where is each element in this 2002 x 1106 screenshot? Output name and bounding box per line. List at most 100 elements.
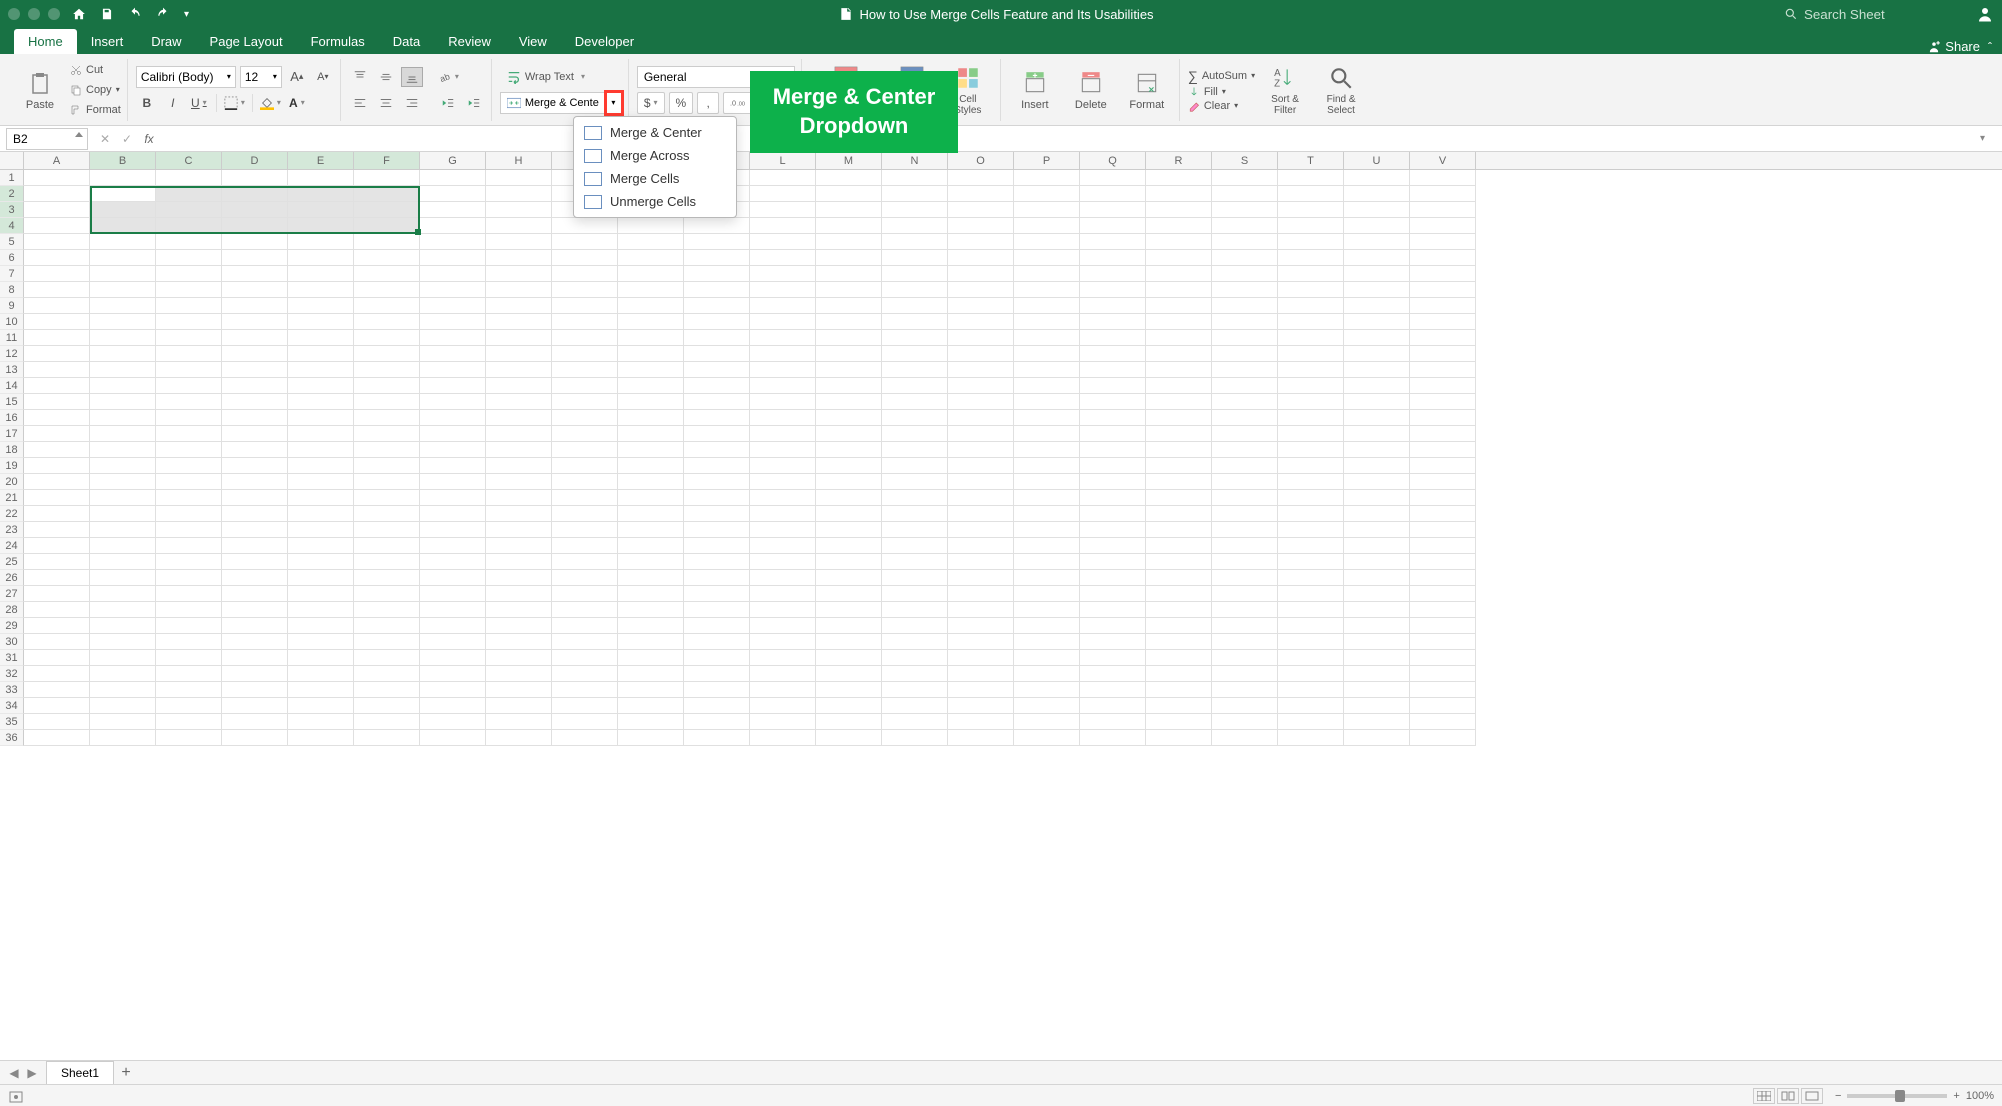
cell[interactable]	[882, 618, 948, 634]
cell[interactable]	[486, 170, 552, 186]
cell[interactable]	[750, 730, 816, 746]
cell[interactable]	[420, 330, 486, 346]
cell[interactable]	[1212, 730, 1278, 746]
cell[interactable]	[750, 250, 816, 266]
cell[interactable]	[1212, 202, 1278, 218]
cell[interactable]	[420, 458, 486, 474]
cell[interactable]	[948, 682, 1014, 698]
cell[interactable]	[1278, 458, 1344, 474]
cell[interactable]	[24, 170, 90, 186]
cell[interactable]	[1014, 570, 1080, 586]
cell[interactable]	[24, 474, 90, 490]
row-header[interactable]: 24	[0, 538, 24, 554]
cell[interactable]	[486, 634, 552, 650]
cell[interactable]	[24, 618, 90, 634]
cell[interactable]	[420, 346, 486, 362]
cell[interactable]	[1344, 618, 1410, 634]
cell[interactable]	[486, 698, 552, 714]
cell[interactable]	[1014, 218, 1080, 234]
cell[interactable]	[618, 266, 684, 282]
cell[interactable]	[816, 298, 882, 314]
cell[interactable]	[354, 650, 420, 666]
cell[interactable]	[1212, 218, 1278, 234]
cell[interactable]	[816, 474, 882, 490]
cell[interactable]	[948, 730, 1014, 746]
cell[interactable]	[1014, 730, 1080, 746]
cell[interactable]	[750, 218, 816, 234]
cell[interactable]	[684, 266, 750, 282]
cell[interactable]	[1146, 650, 1212, 666]
merge-and-center-item[interactable]: Merge & Center	[574, 121, 736, 144]
cell[interactable]	[1344, 522, 1410, 538]
cell[interactable]	[486, 714, 552, 730]
cell[interactable]	[156, 218, 222, 234]
cell[interactable]	[552, 426, 618, 442]
cell[interactable]	[90, 714, 156, 730]
cell[interactable]	[90, 426, 156, 442]
cell[interactable]	[24, 330, 90, 346]
cell[interactable]	[750, 426, 816, 442]
cell[interactable]	[156, 282, 222, 298]
cell[interactable]	[486, 426, 552, 442]
increase-indent-icon[interactable]	[463, 92, 485, 114]
cell[interactable]	[750, 394, 816, 410]
cell[interactable]	[1278, 234, 1344, 250]
cell[interactable]	[1278, 618, 1344, 634]
cell[interactable]	[552, 634, 618, 650]
cell[interactable]	[618, 362, 684, 378]
cell[interactable]	[1212, 602, 1278, 618]
cell[interactable]	[24, 186, 90, 202]
cell[interactable]	[1146, 282, 1212, 298]
cell[interactable]	[354, 682, 420, 698]
cell[interactable]	[1344, 730, 1410, 746]
cell[interactable]	[1080, 314, 1146, 330]
tab-review[interactable]: Review	[434, 29, 505, 54]
cell[interactable]	[1146, 298, 1212, 314]
cell[interactable]	[420, 362, 486, 378]
cell[interactable]	[882, 730, 948, 746]
bold-button[interactable]: B	[136, 92, 158, 114]
font-color-button[interactable]: A	[286, 92, 308, 114]
cell[interactable]	[750, 586, 816, 602]
cell[interactable]	[618, 442, 684, 458]
cell[interactable]	[750, 282, 816, 298]
cell[interactable]	[1278, 346, 1344, 362]
cell[interactable]	[1014, 314, 1080, 330]
cell[interactable]	[552, 378, 618, 394]
cell[interactable]	[882, 554, 948, 570]
cell[interactable]	[882, 218, 948, 234]
cell[interactable]	[1146, 346, 1212, 362]
cell[interactable]	[1212, 234, 1278, 250]
cell[interactable]	[882, 490, 948, 506]
cell[interactable]	[24, 730, 90, 746]
cell[interactable]	[288, 298, 354, 314]
cell[interactable]	[90, 202, 156, 218]
cell[interactable]	[1278, 170, 1344, 186]
cell[interactable]	[420, 426, 486, 442]
cell[interactable]	[750, 298, 816, 314]
cell[interactable]	[882, 586, 948, 602]
cell[interactable]	[1146, 586, 1212, 602]
cell[interactable]	[816, 394, 882, 410]
cell[interactable]	[1014, 538, 1080, 554]
cell[interactable]	[1146, 618, 1212, 634]
cell[interactable]	[750, 330, 816, 346]
cell[interactable]	[90, 282, 156, 298]
cell[interactable]	[948, 426, 1014, 442]
cell[interactable]	[618, 586, 684, 602]
cell[interactable]	[618, 570, 684, 586]
cell[interactable]	[288, 282, 354, 298]
cell[interactable]	[552, 250, 618, 266]
cell[interactable]	[1212, 298, 1278, 314]
cell[interactable]	[354, 602, 420, 618]
cell[interactable]	[1344, 234, 1410, 250]
cell[interactable]	[948, 298, 1014, 314]
cell[interactable]	[816, 442, 882, 458]
cell[interactable]	[486, 474, 552, 490]
cell[interactable]	[552, 602, 618, 618]
cell[interactable]	[882, 234, 948, 250]
cell[interactable]	[1344, 474, 1410, 490]
cell[interactable]	[1410, 282, 1476, 298]
cell[interactable]	[288, 410, 354, 426]
cell[interactable]	[684, 650, 750, 666]
